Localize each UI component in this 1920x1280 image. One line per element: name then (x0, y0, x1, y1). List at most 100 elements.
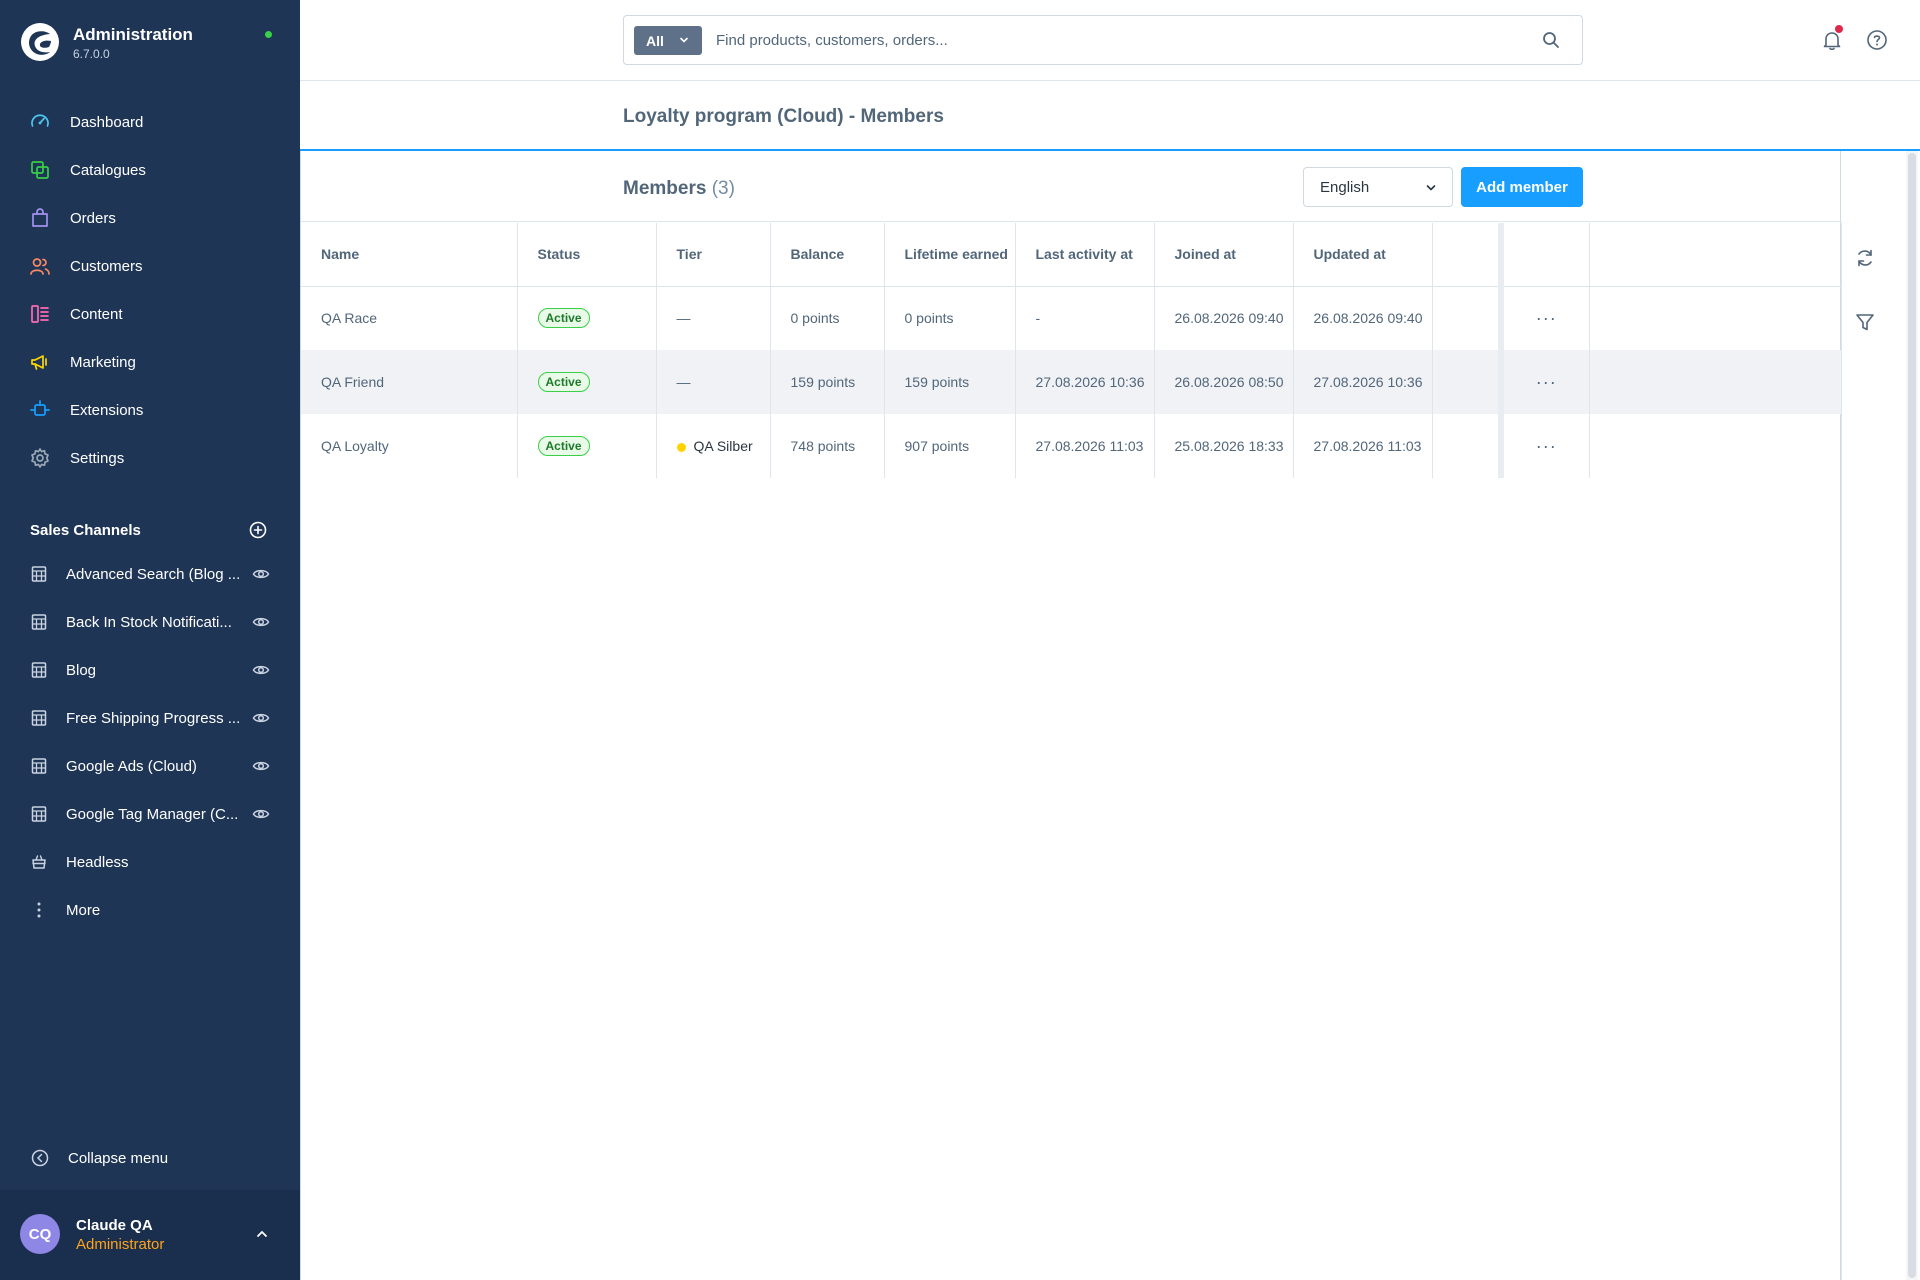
cell-updated-at: 27.08.2026 10:36 (1293, 350, 1433, 414)
user-role: Administrator (76, 1236, 165, 1253)
eye-icon[interactable] (251, 660, 271, 680)
collapse-menu-button[interactable]: Collapse menu (30, 1147, 168, 1169)
eye-icon[interactable] (251, 756, 271, 776)
add-sales-channel-icon[interactable] (248, 520, 268, 540)
nav-item-label: Catalogues (70, 161, 146, 179)
refresh-icon[interactable] (1853, 246, 1877, 270)
shopware-logo-icon[interactable] (20, 22, 60, 62)
cell-joined-at: 25.08.2026 18:33 (1154, 414, 1294, 478)
cell-actions: ··· (1501, 350, 1590, 414)
table-row[interactable]: QA Loyalty Active QA Silber 748 points 9… (301, 414, 1841, 478)
filter-icon[interactable] (1853, 310, 1877, 334)
sales-channel-item[interactable]: Google Ads (Cloud) (0, 742, 300, 790)
tier-empty: — (676, 310, 691, 327)
search-input[interactable] (716, 26, 1516, 55)
nav-item-label: Marketing (70, 353, 136, 371)
eye-icon[interactable] (251, 612, 271, 632)
eye-icon[interactable] (251, 804, 271, 824)
content-icon (31, 305, 49, 323)
sales-channel-item[interactable]: Google Tag Manager (C... (0, 790, 300, 838)
row-actions-button[interactable]: ··· (1536, 436, 1557, 456)
eye-icon[interactable] (251, 564, 271, 584)
nav-item-label: Content (70, 305, 123, 323)
nav-item-content[interactable]: Content (0, 290, 300, 338)
cell-actions: ··· (1501, 286, 1590, 350)
sales-channels-header: Sales Channels (30, 520, 276, 540)
extensions-icon (30, 400, 50, 416)
notifications-button[interactable] (1820, 25, 1844, 52)
grid-toolbar-divider (1841, 223, 1842, 1280)
page-header: Loyalty program (Cloud) - Members (300, 81, 1920, 151)
cell-status: Active (517, 414, 657, 478)
cell-name[interactable]: QA Race (301, 286, 518, 350)
search-icon[interactable] (1542, 31, 1560, 49)
row-actions-button[interactable]: ··· (1536, 308, 1557, 328)
table-row[interactable]: QA Race Active — 0 points 0 points - 26.… (301, 286, 1841, 350)
table-row[interactable]: QA Friend Active — 159 points 159 points… (301, 350, 1841, 414)
column-header[interactable]: Name (301, 223, 518, 287)
column-header[interactable]: Updated at (1293, 223, 1433, 287)
search-type-select[interactable]: All (634, 26, 702, 55)
cell-updated-at: 26.08.2026 09:40 (1293, 286, 1433, 350)
nav-item-dashboard[interactable]: Dashboard (0, 98, 300, 146)
sales-channel-label: Free Shipping Progress ... (66, 709, 241, 727)
column-header[interactable]: Tier (656, 223, 771, 287)
page-title: Loyalty program (Cloud) - Members (623, 106, 944, 127)
nav-item-label: Settings (70, 449, 125, 467)
chevron-up-icon[interactable] (254, 1226, 270, 1242)
cell-name[interactable]: QA Loyalty (301, 414, 518, 478)
more-vertical-icon (37, 902, 41, 918)
nav-item-label: Extensions (70, 401, 144, 419)
members-card-header: Members (3) English Add member (301, 151, 1842, 222)
customers-icon (30, 258, 50, 275)
nav-item-label: Dashboard (70, 113, 144, 131)
cell-balance: 748 points (770, 414, 885, 478)
user-name: Claude QA (76, 1217, 153, 1234)
cell-status: Active (517, 286, 657, 350)
cell-tier: — (656, 286, 771, 350)
nav-item-marketing[interactable]: Marketing (0, 338, 300, 386)
cell-status: Active (517, 350, 657, 414)
row-actions-button[interactable]: ··· (1536, 372, 1557, 392)
cell-name[interactable]: QA Friend (301, 350, 518, 414)
toolbar-column-header (1589, 223, 1841, 287)
scrollbar-thumb[interactable] (1908, 153, 1916, 1278)
chevron-down-icon (1426, 185, 1436, 191)
sales-channel-item[interactable]: Advanced Search (Blog ... (0, 550, 300, 598)
language-select[interactable]: English (1303, 167, 1453, 207)
cell-lifetime-earned: 159 points (884, 350, 1016, 414)
collapse-menu-label: Collapse menu (68, 1149, 169, 1167)
column-settings-header (1432, 223, 1504, 287)
cell-last-activity: 27.08.2026 11:03 (1015, 414, 1155, 478)
nav-item-settings[interactable]: Settings (0, 434, 300, 482)
column-header[interactable]: Status (517, 223, 657, 287)
nav-item-label: Customers (70, 257, 143, 275)
sales-channel-item[interactable]: Blog (0, 646, 300, 694)
column-header[interactable]: Last activity at (1015, 223, 1155, 287)
sales-channel-label: Back In Stock Notificati... (66, 613, 232, 631)
online-status-dot (265, 31, 272, 38)
status-badge: Active (537, 436, 590, 456)
sales-channel-item[interactable]: Back In Stock Notificati... (0, 598, 300, 646)
chevron-left-circle-icon (31, 1149, 49, 1167)
sales-channel-item[interactable]: More (0, 886, 300, 934)
user-menu[interactable]: CQ Claude QA Administrator (0, 1190, 300, 1280)
nav-item-catalogues[interactable]: Catalogues (0, 146, 300, 194)
column-header[interactable]: Balance (770, 223, 885, 287)
column-header[interactable]: Lifetime earned (884, 223, 1016, 287)
sales-channel-item[interactable]: Free Shipping Progress ... (0, 694, 300, 742)
storefront-icon (31, 614, 47, 630)
dashboard-icon (31, 114, 49, 127)
sales-channel-item[interactable]: Headless (0, 838, 300, 886)
column-header[interactable]: Joined at (1154, 223, 1294, 287)
add-member-button[interactable]: Add member (1461, 167, 1583, 207)
cell-spacer (1432, 286, 1504, 350)
nav-item-customers[interactable]: Customers (0, 242, 300, 290)
cell-lifetime-earned: 907 points (884, 414, 1016, 478)
settings-icon (31, 448, 49, 468)
nav-item-extensions[interactable]: Extensions (0, 386, 300, 434)
members-count: (3) (711, 178, 735, 199)
nav-item-orders[interactable]: Orders (0, 194, 300, 242)
help-icon[interactable] (1866, 29, 1888, 51)
eye-icon[interactable] (251, 708, 271, 728)
